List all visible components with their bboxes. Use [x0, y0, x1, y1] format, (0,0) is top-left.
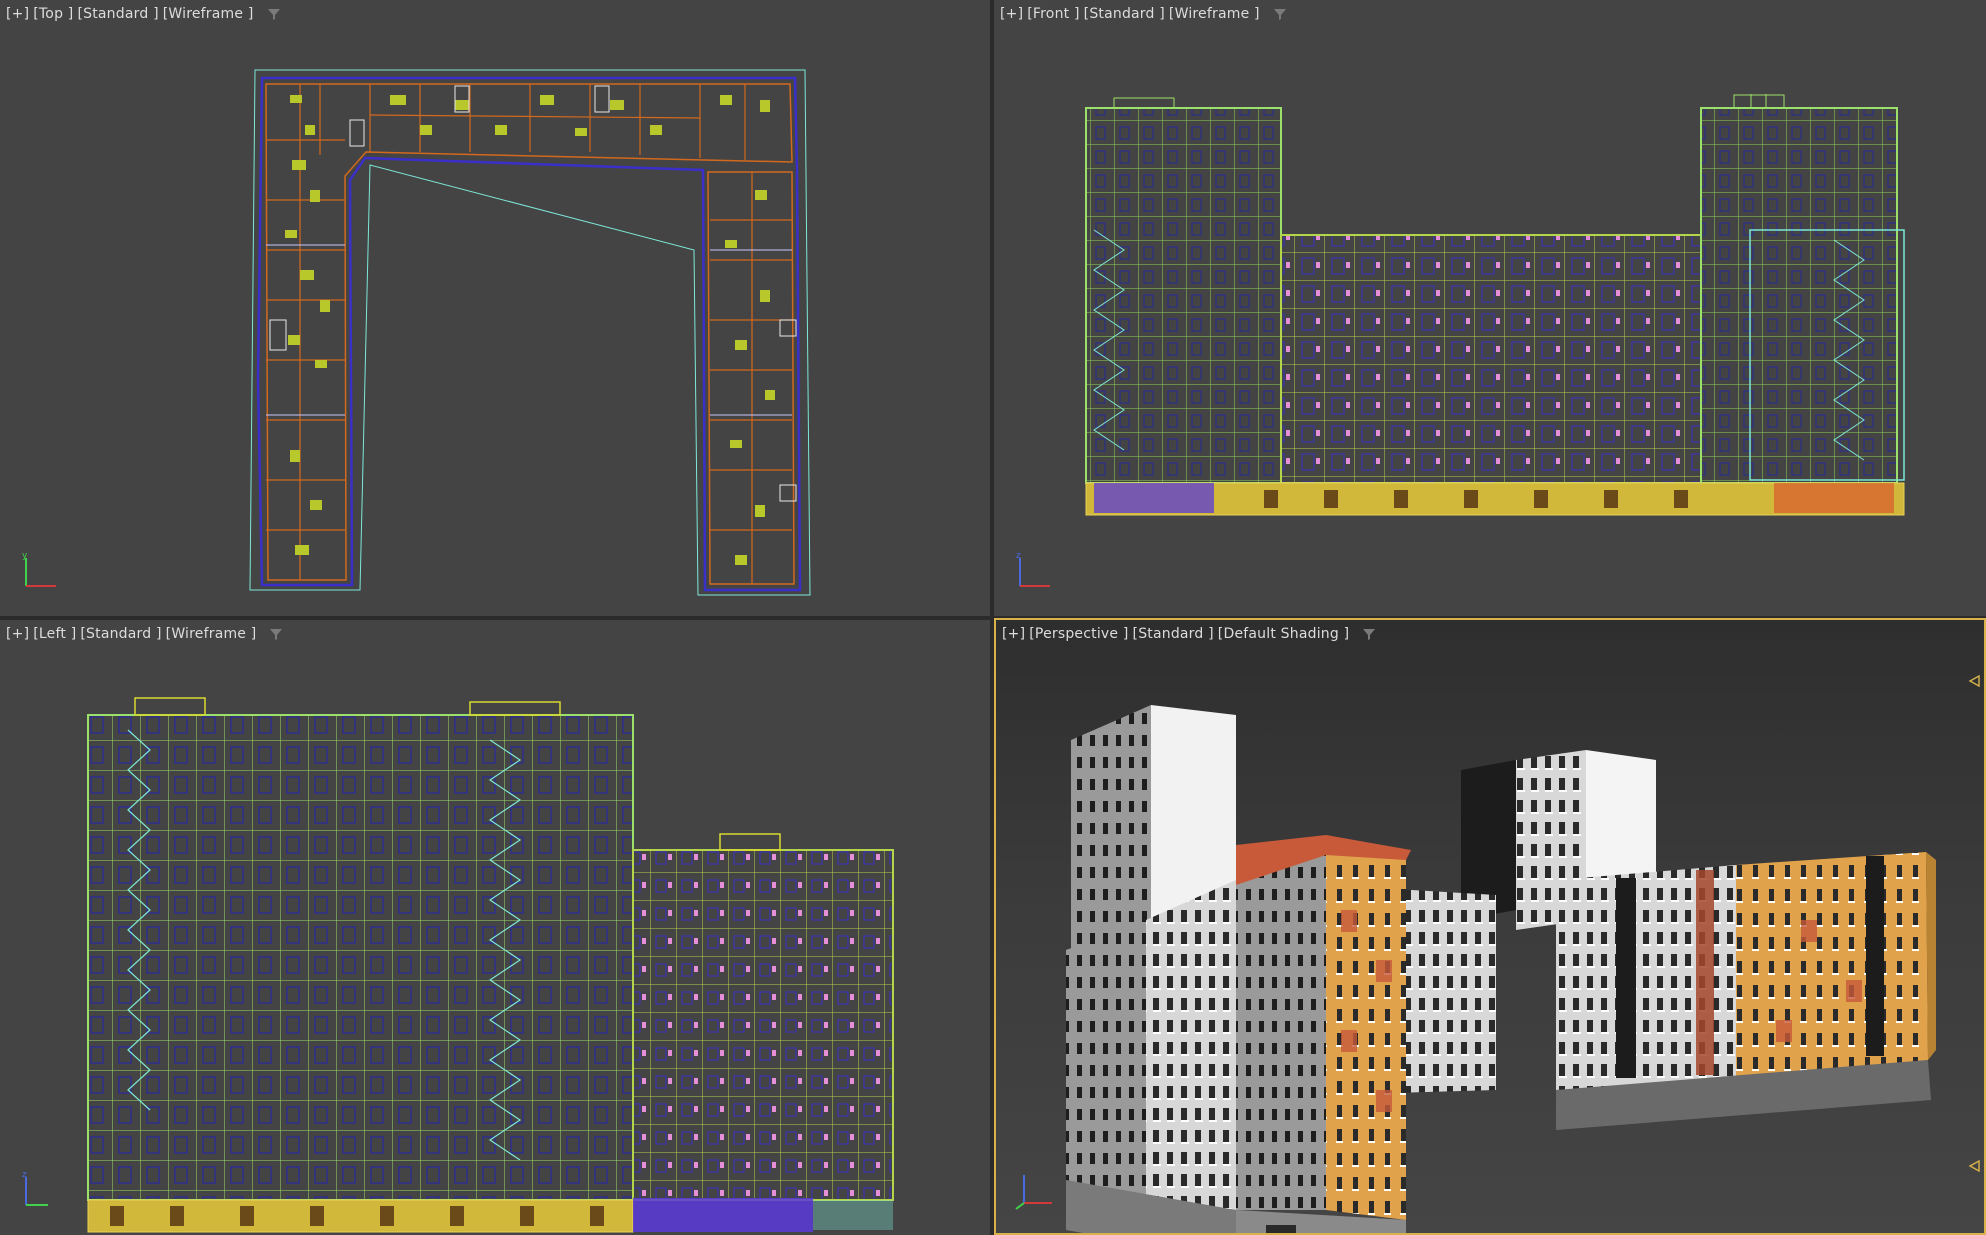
viewport-left-menu[interactable]: [+]: [6, 626, 29, 642]
viewport-front-menu[interactable]: [+]: [1000, 6, 1023, 22]
viewport-front[interactable]: [+] [Front ] [Standard ] [Wireframe ] z: [994, 0, 1986, 616]
viewport-edge-marker-icon: [1968, 675, 1980, 687]
perspective-shaded-model: [1066, 705, 1936, 1233]
viewport-top-mode[interactable]: [Wireframe ]: [163, 6, 254, 22]
viewport-left-view[interactable]: [Left ]: [33, 626, 76, 642]
viewport-perspective-menu[interactable]: [+]: [1002, 626, 1025, 642]
viewport-left-shading[interactable]: [Standard ]: [80, 626, 161, 642]
viewport-front-view[interactable]: [Front ]: [1027, 6, 1079, 22]
top-plan-wireframe: [249, 69, 811, 596]
viewport-edge-marker-icon: [1968, 1160, 1980, 1172]
svg-text:z: z: [22, 1170, 27, 1180]
viewport-left[interactable]: [+] [Left ] [Standard ] [Wireframe ] z: [0, 620, 990, 1235]
axis-tripod-icon: y: [22, 551, 56, 587]
viewport-left-label: [+] [Left ] [Standard ] [Wireframe ]: [6, 626, 284, 642]
viewport-top-view[interactable]: [Top ]: [33, 6, 73, 22]
filter-icon[interactable]: [1272, 6, 1288, 22]
viewport-top-label: [+] [Top ] [Standard ] [Wireframe ]: [6, 6, 282, 22]
viewport-left-mode[interactable]: [Wireframe ]: [166, 626, 257, 642]
viewport-top-menu[interactable]: [+]: [6, 6, 29, 22]
filter-icon[interactable]: [1361, 626, 1377, 642]
viewport-perspective-shading[interactable]: [Standard ]: [1133, 626, 1214, 642]
viewport-front-mode[interactable]: [Wireframe ]: [1169, 6, 1260, 22]
front-elevation-wireframe: [1085, 94, 1905, 516]
left-elevation-wireframe: [87, 697, 894, 1233]
viewport-perspective-view[interactable]: [Perspective ]: [1029, 626, 1128, 642]
filter-icon[interactable]: [268, 626, 284, 642]
filter-icon[interactable]: [266, 6, 282, 22]
viewport-front-shading[interactable]: [Standard ]: [1084, 6, 1165, 22]
svg-text:y: y: [22, 551, 28, 561]
axis-tripod-icon: [1015, 1175, 1052, 1210]
viewport-front-label: [+] [Front ] [Standard ] [Wireframe ]: [1000, 6, 1288, 22]
viewport-top-shading[interactable]: [Standard ]: [77, 6, 158, 22]
axis-tripod-icon: z: [1016, 551, 1050, 587]
viewport-top[interactable]: [+] [Top ] [Standard ] [Wireframe ] y: [0, 0, 990, 616]
axis-tripod-icon: z: [22, 1170, 48, 1206]
viewport-perspective-label: [+] [Perspective ] [Standard ] [Default …: [1002, 626, 1377, 642]
viewport-perspective-mode[interactable]: [Default Shading ]: [1218, 626, 1349, 642]
viewport-perspective[interactable]: [+] [Perspective ] [Standard ] [Default …: [994, 618, 1986, 1235]
svg-text:z: z: [1016, 551, 1021, 561]
